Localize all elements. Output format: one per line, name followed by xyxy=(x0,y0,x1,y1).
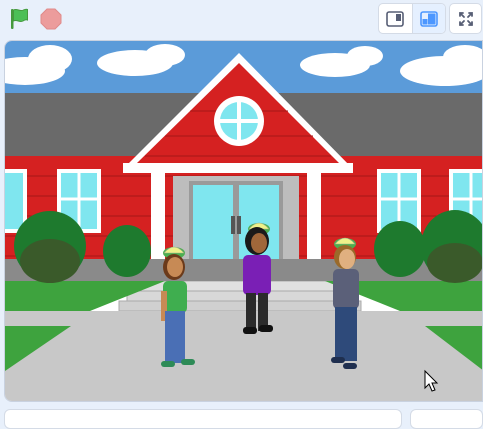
stop-sign-icon xyxy=(40,8,62,30)
green-flag-icon xyxy=(11,8,28,29)
fullscreen-icon xyxy=(458,11,473,26)
small-stage-button[interactable] xyxy=(379,4,412,33)
stage-header xyxy=(0,0,483,38)
school-backdrop xyxy=(5,41,482,401)
student-right-sprite[interactable] xyxy=(331,237,359,369)
column-right xyxy=(307,171,321,271)
walkway xyxy=(5,311,482,401)
green-flag-button[interactable] xyxy=(6,6,32,32)
front-doors xyxy=(173,176,299,271)
stage-size-toggle xyxy=(378,3,446,34)
column-left xyxy=(151,171,165,271)
small-stage-icon xyxy=(386,10,405,27)
backdrop-panel xyxy=(410,409,483,429)
normal-stage-icon xyxy=(419,10,438,27)
normal-stage-button[interactable] xyxy=(411,4,445,33)
stage-canvas[interactable] xyxy=(4,40,483,402)
sprite-info-panel xyxy=(4,409,402,429)
stop-button[interactable] xyxy=(38,6,64,32)
fullscreen-button[interactable] xyxy=(449,3,482,34)
